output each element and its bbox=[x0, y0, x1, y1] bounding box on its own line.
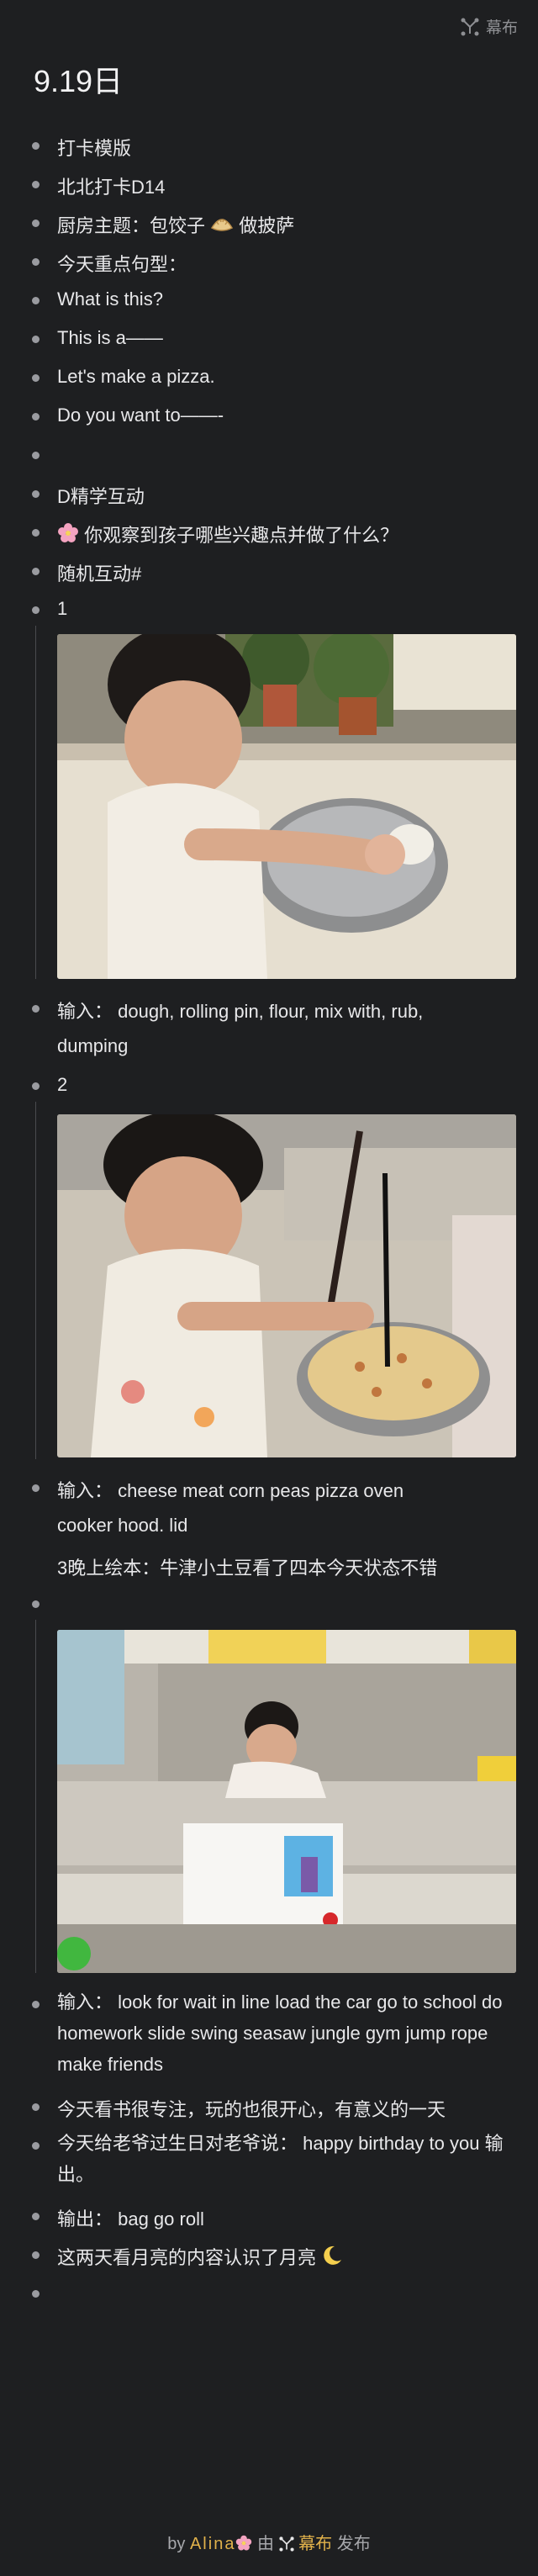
bullet[interactable] bbox=[32, 1082, 40, 1090]
bullet[interactable] bbox=[32, 374, 40, 382]
bullet[interactable] bbox=[32, 220, 40, 227]
photo-dumplings[interactable] bbox=[57, 634, 516, 979]
list-item[interactable]: 2 bbox=[0, 1068, 538, 1102]
mubu-logo-icon bbox=[461, 18, 479, 35]
child-line bbox=[35, 626, 36, 979]
bullet[interactable] bbox=[32, 2142, 40, 2150]
list-item[interactable]: 今天给老爷过生日对老爷说： happy birthday to you 输出。 bbox=[0, 2128, 538, 2195]
list-item[interactable]: 1 bbox=[0, 592, 538, 626]
list-item[interactable]: 3晚上绘本：牛津小土豆看了四本今天状态不错 bbox=[0, 1547, 538, 1581]
list-item[interactable]: cooker hood. lid bbox=[0, 1509, 538, 1542]
dumpling-icon bbox=[211, 219, 234, 231]
bullet[interactable] bbox=[32, 2251, 40, 2259]
bullet[interactable] bbox=[32, 1005, 40, 1013]
bullet[interactable] bbox=[32, 413, 40, 421]
list-item[interactable]: 输入： look for wait in line load the car g… bbox=[0, 1986, 538, 2087]
list-item[interactable]: 这两天看月亮的内容认识了月亮 bbox=[0, 2237, 538, 2271]
moon-icon bbox=[324, 2245, 342, 2265]
brand-link[interactable]: 幕布 bbox=[298, 2535, 332, 2553]
list-item[interactable]: D精学互动 bbox=[0, 476, 538, 510]
list-item[interactable]: 你观察到孩子哪些兴趣点并做了什么？ bbox=[0, 515, 538, 548]
child-line bbox=[35, 1102, 36, 1459]
list-item[interactable]: Let's make a pizza. bbox=[0, 360, 538, 394]
author-link[interactable]: Alina bbox=[190, 2535, 235, 2553]
bullet[interactable] bbox=[32, 452, 40, 459]
bullet[interactable] bbox=[32, 336, 40, 343]
mubu-logo-icon bbox=[278, 2536, 294, 2552]
list-item[interactable]: 今天看书很专注，玩的也很开心，有意义的一天 bbox=[0, 2089, 538, 2123]
bullet[interactable] bbox=[32, 2103, 40, 2111]
child-line bbox=[35, 1620, 36, 1973]
list-item[interactable]: dumping bbox=[0, 1029, 538, 1063]
list-item[interactable]: 厨房主题：包饺子 做披萨 bbox=[0, 205, 538, 239]
bullet[interactable] bbox=[32, 2001, 40, 2008]
list-item[interactable]: 输出： bag go roll bbox=[0, 2198, 538, 2232]
photo-reading[interactable] bbox=[57, 1630, 516, 1973]
list-item[interactable]: 输入： cheese meat corn peas pizza oven bbox=[0, 1470, 538, 1504]
list-item-empty[interactable] bbox=[0, 2276, 538, 2309]
list-item[interactable]: 输入： dough, rolling pin, flour, mix with,… bbox=[0, 991, 538, 1024]
list-item[interactable]: This is a—— bbox=[0, 321, 538, 355]
list-item[interactable]: Do you want to——- bbox=[0, 399, 538, 432]
bullet[interactable] bbox=[32, 2290, 40, 2298]
brand-name: 幕布 bbox=[485, 19, 518, 37]
bullet[interactable] bbox=[32, 606, 40, 614]
bullet[interactable] bbox=[32, 529, 40, 537]
bullet[interactable] bbox=[32, 181, 40, 188]
list-item[interactable]: 今天重点句型： bbox=[0, 244, 538, 278]
bullet[interactable] bbox=[32, 1484, 40, 1492]
list-item-empty[interactable] bbox=[0, 437, 538, 471]
footer: by Alina 由 幕布 发布 bbox=[167, 2535, 371, 2553]
bullet[interactable] bbox=[32, 490, 40, 498]
bullet[interactable] bbox=[32, 258, 40, 266]
list-item[interactable]: 打卡模版 bbox=[0, 128, 538, 161]
photo-pizza[interactable] bbox=[57, 1114, 516, 1457]
list-item[interactable]: 随机互动# bbox=[0, 553, 538, 587]
list-item-empty[interactable] bbox=[0, 1586, 538, 1620]
cherry-blossom-icon bbox=[236, 2535, 252, 2551]
bullet[interactable] bbox=[32, 2213, 40, 2220]
bullet[interactable] bbox=[32, 568, 40, 575]
list-item[interactable]: What is this? bbox=[0, 283, 538, 316]
bullet[interactable] bbox=[32, 1600, 40, 1608]
page-title: 9.19日 bbox=[34, 64, 124, 98]
list-item[interactable]: 北北打卡D14 bbox=[0, 167, 538, 200]
cherry-blossom-icon bbox=[58, 523, 78, 542]
bullet[interactable] bbox=[32, 297, 40, 304]
bullet[interactable] bbox=[32, 142, 40, 150]
brand-top[interactable]: 幕布 bbox=[461, 15, 518, 38]
